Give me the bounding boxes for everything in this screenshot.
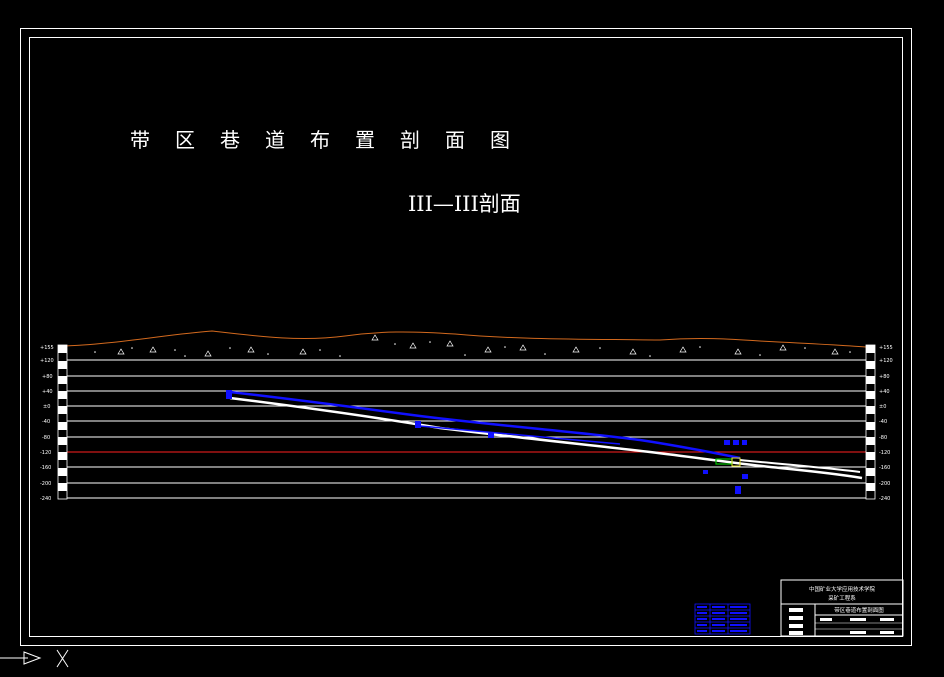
elev-label: +120 xyxy=(40,358,54,364)
elev-label: -200 xyxy=(879,481,890,487)
ucs-icon xyxy=(0,649,69,668)
title-block-department: 采矿工程系 xyxy=(828,594,856,602)
elevation-labels-left: +155 +120 +80 +40 ±0 -40 -80 -120 -160 -… xyxy=(40,345,54,502)
scale-bar-left xyxy=(57,344,68,500)
elev-label: -80 xyxy=(42,435,50,441)
elev-label: ±0 xyxy=(879,404,886,410)
scale-bar-right xyxy=(865,344,876,500)
elev-label: -160 xyxy=(879,465,890,471)
terrain-hatch xyxy=(117,334,839,357)
title-block-school: 中国矿业大学应用技术学院 xyxy=(809,585,876,593)
title-block: 中国矿业大学应用技术学院 采矿工程系 带区巷道布置剖面图 xyxy=(780,579,904,637)
terrain-surface-line xyxy=(61,330,867,348)
elev-label: ±0 xyxy=(43,404,50,410)
elev-label: -120 xyxy=(879,450,890,456)
elev-label: +155 xyxy=(40,345,54,351)
elev-label: -160 xyxy=(40,465,51,471)
elev-label: +155 xyxy=(879,345,893,351)
section-drawing: +155 +120 +80 +40 ±0 -40 -80 -120 -160 -… xyxy=(0,330,904,668)
elev-label: -80 xyxy=(879,435,887,441)
elev-label: +80 xyxy=(879,374,890,380)
elev-label: -240 xyxy=(40,496,51,502)
elev-label: -240 xyxy=(879,496,890,502)
elev-label: +40 xyxy=(42,389,53,395)
title-block-drawing-name: 带区巷道布置剖面图 xyxy=(834,606,884,614)
elev-label: -40 xyxy=(879,419,887,425)
elevation-labels-right: +155 +120 +80 +40 ±0 -40 -80 -120 -160 -… xyxy=(879,345,893,502)
elev-label: +80 xyxy=(42,374,53,380)
elev-label: -120 xyxy=(40,450,51,456)
elev-label: -40 xyxy=(42,419,50,425)
elev-label: -200 xyxy=(40,481,51,487)
terrain-dots xyxy=(94,341,851,357)
elev-label: +120 xyxy=(879,358,893,364)
roadway-blue-upper xyxy=(229,390,741,460)
elev-label: +40 xyxy=(879,389,890,395)
